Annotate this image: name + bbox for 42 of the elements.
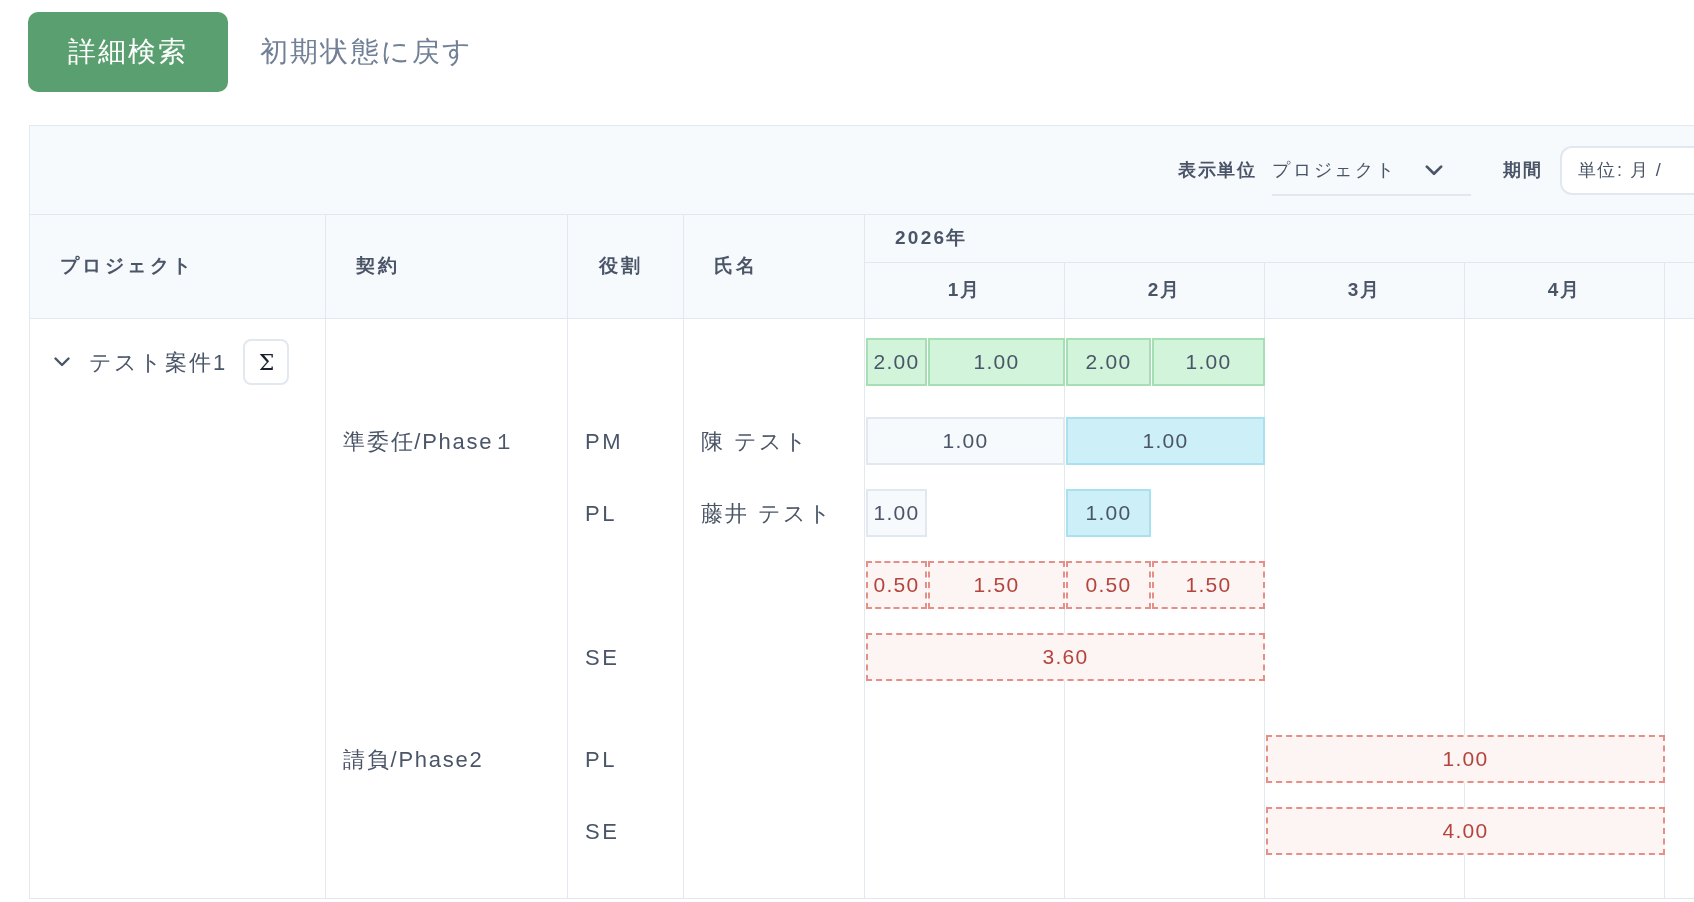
chevron-down-icon[interactable] bbox=[54, 357, 70, 367]
contract-name: 請負/Phase2 bbox=[343, 745, 484, 774]
allocation-bar: 1.00 bbox=[1066, 489, 1151, 537]
allocation-bar: 2.00 bbox=[1066, 338, 1151, 386]
period-field[interactable]: 単位: 月 / bbox=[1560, 145, 1694, 195]
project-name: テスト案件1 bbox=[89, 348, 228, 377]
allocation-bar: 2.00 bbox=[866, 338, 927, 386]
allocation-bar: 1.50 bbox=[928, 561, 1065, 609]
sum-button[interactable]: Σ bbox=[243, 339, 290, 385]
allocation-bar: 1.00 bbox=[866, 417, 1065, 465]
contract-name: 準委任/Phase１ bbox=[343, 427, 518, 456]
display-unit-select[interactable]: プロジェクト bbox=[1272, 144, 1472, 196]
column-header: 氏名 bbox=[714, 254, 759, 279]
column-header: 契約 bbox=[356, 254, 401, 279]
chevron-down-icon bbox=[1425, 164, 1444, 176]
allocation-bar: 1.50 bbox=[1152, 561, 1265, 609]
person-name: 陳 テスト bbox=[701, 427, 810, 456]
allocation-bar: 0.50 bbox=[866, 561, 927, 609]
display-unit-label: 表示単位 bbox=[1178, 158, 1257, 182]
person-name: 藤井 テスト bbox=[701, 499, 834, 528]
column-header: 役割 bbox=[599, 254, 644, 279]
allocation-bar: 1.00 bbox=[866, 489, 927, 537]
month-header: 2月 bbox=[1147, 278, 1182, 303]
column-header: プロジェクト bbox=[60, 254, 195, 279]
allocation-bar: 1.00 bbox=[1266, 735, 1665, 783]
role-name: PL bbox=[585, 499, 618, 528]
allocation-bar: 1.00 bbox=[928, 338, 1065, 386]
year-header: 2026年 bbox=[895, 226, 968, 251]
month-header: 1月 bbox=[947, 278, 982, 303]
role-name: SE bbox=[585, 817, 620, 846]
allocation-bar: 4.00 bbox=[1266, 807, 1665, 855]
period-label: 期間 bbox=[1503, 158, 1542, 182]
month-header: 3月 bbox=[1347, 278, 1382, 303]
reset-link[interactable]: 初期状態に戻す bbox=[260, 31, 474, 73]
allocation-bar: 1.00 bbox=[1152, 338, 1265, 386]
role-name: PL bbox=[585, 745, 618, 774]
allocation-bar: 3.60 bbox=[866, 633, 1265, 681]
allocation-bar: 0.50 bbox=[1066, 561, 1151, 609]
role-name: SE bbox=[585, 643, 620, 672]
month-header: 4月 bbox=[1547, 278, 1582, 303]
role-name: PM bbox=[585, 427, 624, 456]
allocation-bar: 1.00 bbox=[1066, 417, 1265, 465]
